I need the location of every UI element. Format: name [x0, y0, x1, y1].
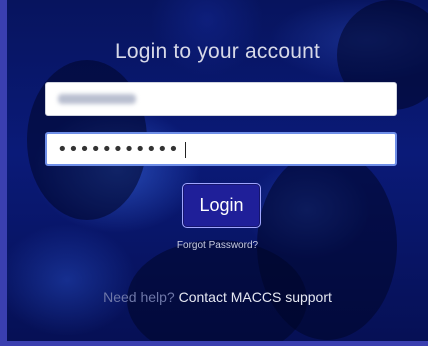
password-mask: ••••••••••• — [57, 139, 180, 160]
login-page-background: Login to your account ••••••••••• Login … — [7, 0, 428, 341]
username-field[interactable] — [45, 82, 397, 116]
help-line: Need help? Contact MACCS support — [7, 289, 428, 305]
username-input[interactable] — [46, 83, 396, 115]
login-button[interactable]: Login — [182, 183, 261, 228]
password-field[interactable]: ••••••••••• — [45, 132, 397, 166]
help-prefix: Need help? — [103, 289, 175, 305]
login-title: Login to your account — [114, 40, 320, 63]
forgot-password-link[interactable]: Forgot Password? — [7, 240, 428, 251]
text-cursor — [185, 142, 186, 158]
contact-support-link[interactable]: Contact MACCS support — [179, 289, 332, 305]
